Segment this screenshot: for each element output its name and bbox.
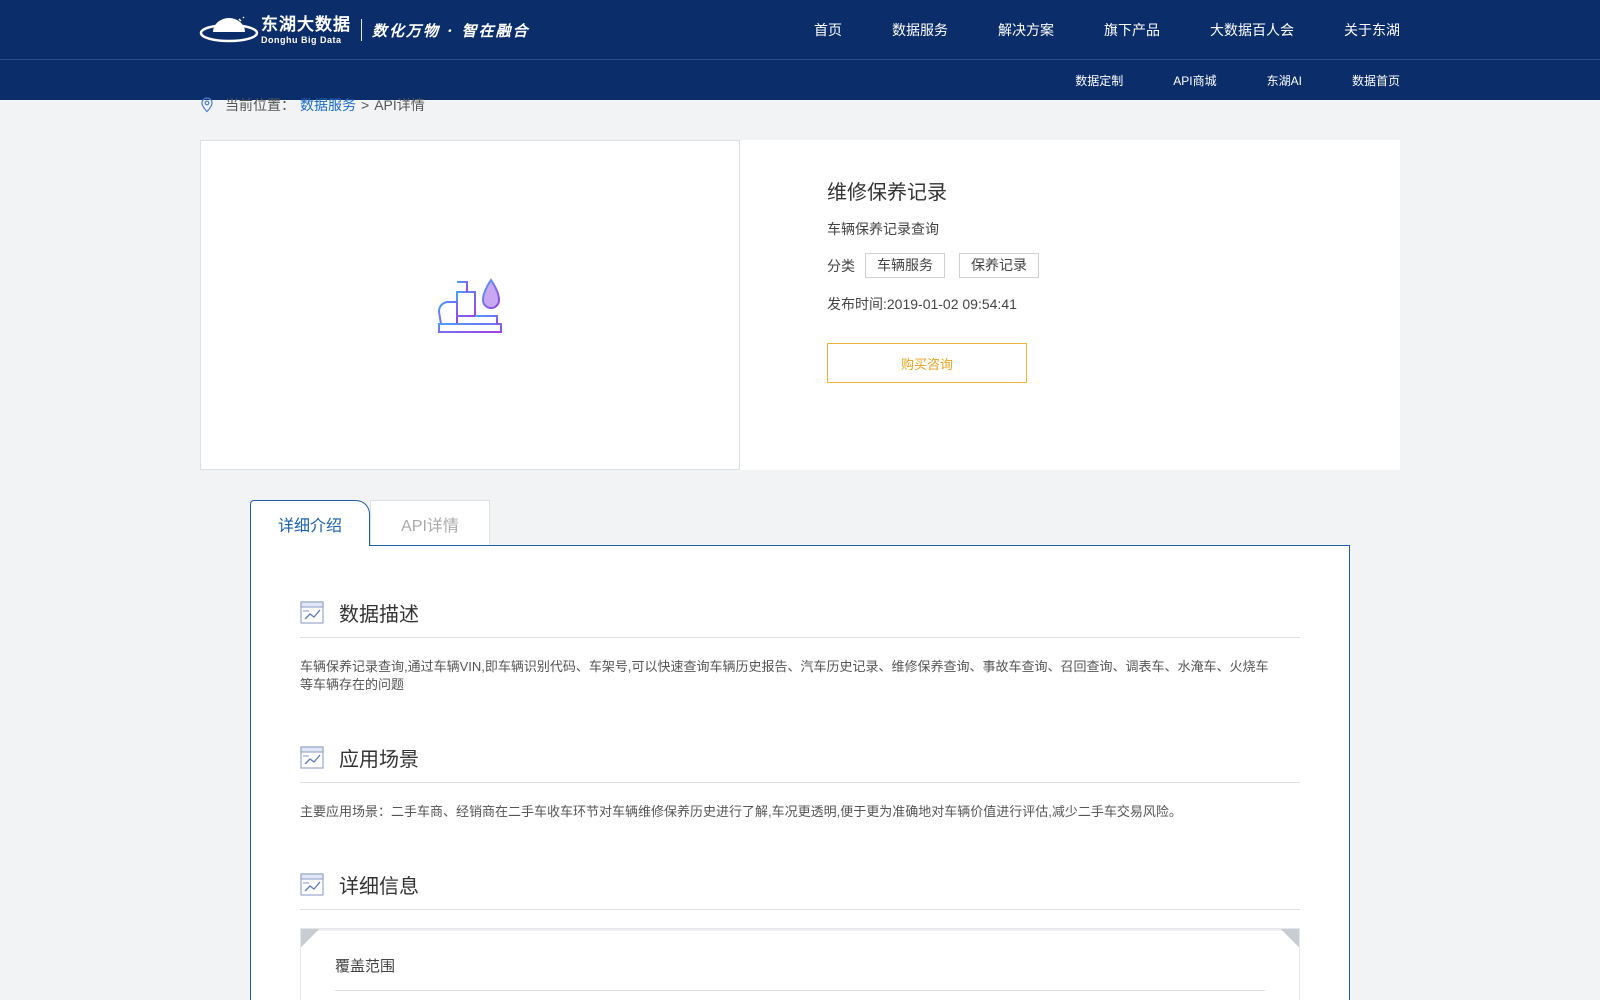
breadcrumb: 当前位置： 数据服务 > API详情 xyxy=(200,94,425,116)
main-nav: 首页 数据服务 解决方案 旗下产品 大数据百人会 关于东湖 xyxy=(814,0,1400,60)
logo-chinese-name: 东湖大数据 xyxy=(261,14,351,34)
coverage-divider xyxy=(335,990,1265,991)
breadcrumb-label: 当前位置： xyxy=(225,97,295,113)
detail-tabs: 详细介绍 API详情 xyxy=(250,500,490,546)
section-title: 数据描述 xyxy=(339,604,419,626)
section-application-scenario: 应用场景 主要应用场景：二手车商、经销商在二手车收车环节对车辆维修保养历史进行了… xyxy=(300,741,1300,821)
car-seat-oil-drop-icon xyxy=(437,278,502,333)
site-header: 东湖大数据 Donghu Big Data 数化万物 · 智在融合 首页 数据服… xyxy=(0,0,1600,100)
section-header: 应用场景 xyxy=(300,741,1300,783)
card-corner-right xyxy=(1281,929,1299,947)
chart-window-icon xyxy=(300,872,324,896)
category-label: 分类 xyxy=(827,257,855,274)
product-panel: 维修保养记录 车辆保养记录查询 分类 车辆服务 保养记录 发布时间:2019-0… xyxy=(200,140,1400,470)
tab-detail-intro[interactable]: 详细介绍 xyxy=(250,500,370,546)
logo-planet-icon xyxy=(199,16,259,43)
product-title: 维修保养记录 xyxy=(827,182,947,204)
section-body: 主要应用场景：二手车商、经销商在二手车收车环节对车辆维修保养历史进行了解,车况更… xyxy=(300,804,1182,819)
nav-data-service[interactable]: 数据服务 xyxy=(892,20,948,40)
product-info: 维修保养记录 车辆保养记录查询 分类 车辆服务 保养记录 发布时间:2019-0… xyxy=(827,176,1039,383)
section-title: 应用场景 xyxy=(339,749,419,771)
section-detail-info: 详细信息 xyxy=(300,868,1300,910)
tag-vehicle-service[interactable]: 车辆服务 xyxy=(865,253,945,278)
section-header: 详细信息 xyxy=(300,868,1300,910)
subnav-donghu-ai[interactable]: 东湖AI xyxy=(1267,72,1302,89)
site-logo[interactable]: 东湖大数据 Donghu Big Data 数化万物 · 智在融合 xyxy=(199,12,530,48)
detail-info-card: 覆盖范围 xyxy=(300,928,1300,1000)
category-row: 分类 车辆服务 保养记录 xyxy=(827,253,1039,278)
subnav-api-mall[interactable]: API商城 xyxy=(1173,72,1216,89)
tab-content: 数据描述 车辆保养记录查询,通过车辆VIN,即车辆识别代码、车架号,可以快速查询… xyxy=(250,545,1350,1000)
coverage-label: 覆盖范围 xyxy=(335,958,396,975)
logo-slogan: 数化万物 · 智在融合 xyxy=(372,21,530,40)
top-bar: 东湖大数据 Donghu Big Data 数化万物 · 智在融合 首页 数据服… xyxy=(0,0,1600,60)
nav-products[interactable]: 旗下产品 xyxy=(1104,20,1160,40)
product-image xyxy=(200,140,740,470)
section-title: 详细信息 xyxy=(339,876,419,898)
card-corner-left xyxy=(301,929,319,947)
location-pin-icon xyxy=(201,97,213,113)
tab-api-detail[interactable]: API详情 xyxy=(370,500,490,546)
logo-divider xyxy=(361,19,362,41)
nav-solutions[interactable]: 解决方案 xyxy=(998,20,1054,40)
sub-nav: 数据定制 API商城 东湖AI 数据首页 xyxy=(1075,61,1400,99)
section-header: 数据描述 xyxy=(300,596,1300,638)
section-body: 车辆保养记录查询,通过车辆VIN,即车辆识别代码、车架号,可以快速查询车辆历史报… xyxy=(300,659,1269,692)
breadcrumb-link-data-service[interactable]: 数据服务 xyxy=(300,95,356,115)
breadcrumb-current: API详情 xyxy=(374,97,425,113)
nav-bigdata-club[interactable]: 大数据百人会 xyxy=(1210,20,1294,40)
publish-time: 发布时间:2019-01-02 09:54:41 xyxy=(827,296,1017,312)
subnav-data-home[interactable]: 数据首页 xyxy=(1352,72,1400,89)
nav-about[interactable]: 关于东湖 xyxy=(1344,20,1400,40)
logo-english-name: Donghu Big Data xyxy=(261,34,342,45)
breadcrumb-separator: > xyxy=(361,97,370,113)
section-data-description: 数据描述 车辆保养记录查询,通过车辆VIN,即车辆识别代码、车架号,可以快速查询… xyxy=(300,596,1300,694)
nav-home[interactable]: 首页 xyxy=(814,20,842,40)
chart-window-icon xyxy=(300,600,324,624)
subnav-data-custom[interactable]: 数据定制 xyxy=(1075,72,1123,89)
buy-consult-button[interactable]: 购买咨询 xyxy=(827,343,1027,383)
chart-window-icon xyxy=(300,745,324,769)
product-subtitle: 车辆保养记录查询 xyxy=(827,221,939,237)
tag-maintenance-record[interactable]: 保养记录 xyxy=(959,253,1039,278)
